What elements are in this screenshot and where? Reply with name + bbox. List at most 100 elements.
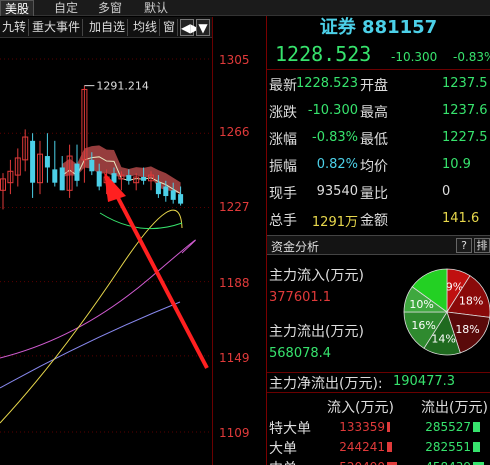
inflow-value: 520490 [331,460,385,465]
tab-custom[interactable]: 自定 [50,0,82,16]
quote-value: 1227.5 [442,130,488,145]
main-outflow-value: 568078.4 [269,346,332,361]
price-row: 1228.523 -10.300 -0.83% [267,40,490,68]
candle-body [59,167,65,191]
candle-body [155,182,161,195]
quote-label: 涨幅 [269,132,297,148]
fund-pie-chart: 9%18%18%14%16%10% [403,268,490,356]
net-outflow-value: 190477.3 [393,374,456,389]
moving-average-button[interactable]: 均线 [131,19,161,36]
price-change-percent: -0.83% [453,50,490,64]
quote-value: 0.82% [316,157,358,172]
quote-label: 涨跌 [269,105,297,121]
tab-default[interactable]: 默认 [140,0,172,16]
quote-row: 总手 1291万 金额 141.6 [267,207,490,230]
candle-body [178,194,184,204]
price-change: -10.300 [391,50,438,64]
quote-label: 现手 [269,186,297,202]
fund-analysis-header: 资金分析 ? 排 [267,235,490,255]
annotation-arrow-line [114,193,209,369]
outflow-value: 458439 [417,460,471,465]
pie-slice-label: 16% [411,319,435,332]
quote-row: 现手 93540 量比 0 [267,180,490,202]
quote-label: 振幅 [269,159,297,175]
quote-row: 振幅 0.82% 均价 10.9 [267,153,490,175]
quote-value: -0.83% [312,130,358,145]
window-button[interactable]: 窗 [161,19,179,36]
outflow-bar [473,442,480,452]
candle-body [141,176,147,181]
quote-value: 93540 [316,184,358,199]
stock-title: 证券 881157 [319,17,438,38]
inflow-value: 133359 [339,420,385,434]
ma-long-line [0,239,196,359]
quote-label: 最高 [360,105,388,121]
tick-label: 1227 [219,200,250,214]
candle-body [44,156,50,168]
candle-body [30,140,36,183]
outflow-column-header: 流出(万元) [421,400,488,416]
order-size-label: 特大单 [269,421,311,437]
tick-label: 1188 [219,276,250,290]
tick-label: 1266 [219,125,250,139]
pie-slice-label: 18% [459,295,483,308]
quote-row: 涨幅 -0.83% 最低 1227.5 [267,126,490,148]
prev-next-arrow-icon[interactable]: ◀▶ [180,19,199,36]
candle-body [52,169,58,183]
quote-value: 10.9 [442,157,471,172]
current-price: 1228.523 [275,42,372,66]
candle-body [163,186,169,197]
tab-us-stocks[interactable]: 美股 [0,0,35,16]
divider [267,392,490,393]
order-size-label: 大单 [269,441,297,457]
sort-button[interactable]: 排 [474,238,490,253]
major-events-button[interactable]: 重大事件 [30,19,84,36]
quote-label: 最低 [360,132,388,148]
inflow-bar [387,422,390,432]
nine-turn-button[interactable]: 九转 [0,19,30,36]
quote-label: 均价 [360,159,388,175]
help-button[interactable]: ? [456,238,472,253]
ma-longer-line [0,301,181,389]
quote-label: 金额 [360,213,388,229]
quote-value: 141.6 [442,211,480,226]
main-inflow-label: 主力流入(万元) [269,268,364,284]
quote-label: 量比 [360,186,388,202]
candle-body [170,190,176,200]
inflow-column-header: 流入(万元) [327,400,394,416]
tick-label: 1305 [219,53,250,67]
pie-slice-label: 14% [431,332,455,345]
ma-short-line [99,212,183,230]
quote-value: 1291万 [311,215,358,230]
tab-multi-window[interactable]: 多窗 [94,0,126,16]
quote-row: 最新 1228.523 开盘 1237.5 [267,72,490,94]
chart-toolbar: 九转 重大事件 加自选 均线 窗 ◀▶ ▼ [0,17,212,38]
quote-value: 1237.6 [442,103,488,118]
tick-label: 1109 [219,426,250,440]
dropdown-arrow-icon[interactable]: ▼ [196,19,210,36]
ma-mid-line [0,209,183,424]
high-price-label: 1291.214 [96,80,148,93]
quote-row: 涨跌 -10.300 最高 1237.6 [267,99,490,121]
quote-label: 开盘 [360,78,388,94]
quote-value: 1228.523 [295,76,358,91]
quote-value: 1237.5 [442,76,488,91]
net-outflow-label: 主力净流出(万元): [269,376,383,392]
inflow-value: 244241 [339,440,385,454]
candle-body [74,163,80,181]
main-outflow-label: 主力流出(万元) [269,324,364,340]
divider [267,69,490,70]
tick-label: 1149 [219,351,250,365]
quote-label: 总手 [269,213,297,229]
price-axis: 1305 1266 1227 1188 1149 1109 [212,17,267,465]
quote-label: 最新 [269,78,297,94]
outflow-value: 282551 [425,440,471,454]
order-size-label: 中单 [269,458,297,465]
outflow-value: 285527 [425,420,471,434]
add-watchlist-button[interactable]: 加自选 [87,19,129,36]
main-inflow-value: 377601.1 [269,290,332,305]
candlestick-chart[interactable]: 1291.214 [0,38,212,465]
quote-value: -10.300 [307,103,358,118]
candle-body [89,159,95,172]
chart-canvas: 1291.214 [0,58,212,433]
